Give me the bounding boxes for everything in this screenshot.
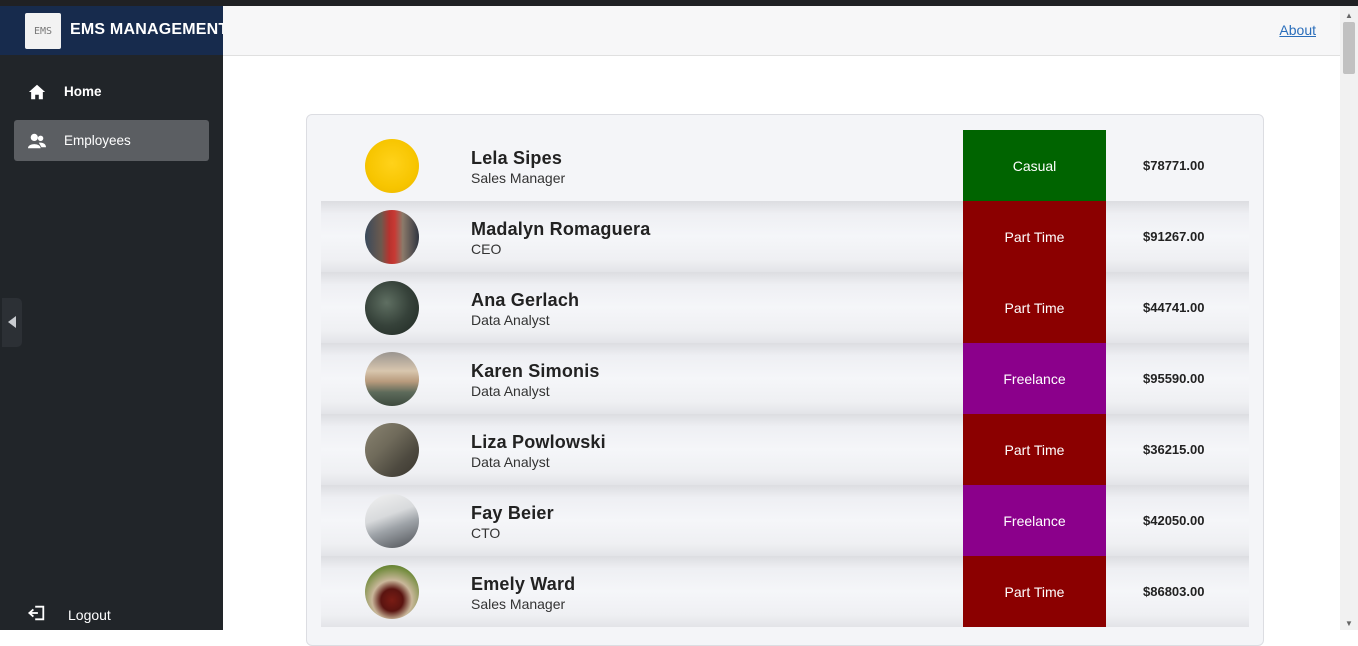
employment-type-badge: Part Time — [963, 414, 1106, 485]
about-link[interactable]: About — [1279, 22, 1316, 38]
employment-type-badge: Part Time — [963, 556, 1106, 627]
employee-salary: $86803.00 — [1143, 584, 1205, 599]
logout-button[interactable]: Logout — [14, 598, 209, 628]
employee-row[interactable]: Fay Beier CTO Freelance $42050.00 — [321, 485, 1249, 556]
avatar — [365, 494, 419, 548]
employee-title: Sales Manager — [471, 170, 566, 186]
employment-type-badge: Part Time — [963, 201, 1106, 272]
sidebar-item-home[interactable]: Home — [14, 71, 209, 112]
employee-title: Data Analyst — [471, 383, 550, 399]
scroll-down-arrow-icon[interactable]: ▼ — [1340, 616, 1358, 630]
avatar — [365, 210, 419, 264]
avatar — [365, 281, 419, 335]
employee-salary: $95590.00 — [1143, 371, 1205, 386]
employee-salary: $42050.00 — [1143, 513, 1205, 528]
employee-name: Madalyn Romaguera — [471, 219, 651, 239]
employee-name: Lela Sipes — [471, 148, 563, 168]
employee-title: Data Analyst — [471, 312, 550, 328]
logout-icon — [28, 605, 45, 621]
employee-list: Lela Sipes Sales Manager Casual $78771.0… — [306, 114, 1264, 646]
employee-row[interactable]: Ana Gerlach Data Analyst Part Time $4474… — [321, 272, 1249, 343]
scroll-thumb[interactable] — [1343, 22, 1355, 74]
employee-row[interactable]: Madalyn Romaguera CEO Part Time $91267.0… — [321, 201, 1249, 272]
employee-name: Fay Beier — [471, 503, 554, 523]
sidebar-item-label: Home — [64, 84, 102, 99]
employee-row[interactable]: Lela Sipes Sales Manager Casual $78771.0… — [321, 130, 1249, 201]
employee-name: Liza Powlowski — [471, 432, 606, 452]
employee-salary: $78771.00 — [1143, 158, 1205, 173]
home-icon — [28, 84, 46, 100]
top-header: About — [223, 6, 1340, 56]
employee-row[interactable]: Karen Simonis Data Analyst Freelance $95… — [321, 343, 1249, 414]
employee-title: CTO — [471, 525, 501, 541]
employees-icon — [28, 133, 46, 149]
employment-type-badge: Part Time — [963, 272, 1106, 343]
sidebar-item-label: Employees — [64, 133, 131, 148]
employee-title: Data Analyst — [471, 454, 550, 470]
employee-row[interactable]: Liza Powlowski Data Analyst Part Time $3… — [321, 414, 1249, 485]
avatar — [365, 565, 419, 619]
caret-left-icon — [8, 316, 16, 328]
brand-bar: EMS EMS MANAGEMENT — [0, 6, 223, 55]
employee-salary: $36215.00 — [1143, 442, 1205, 457]
page-scrollbar[interactable]: ▲ ▼ — [1340, 6, 1358, 630]
app-title: EMS MANAGEMENT — [70, 21, 223, 38]
employee-salary: $44741.00 — [1143, 300, 1205, 315]
logout-label: Logout — [68, 607, 111, 623]
employee-name: Ana Gerlach — [471, 290, 580, 310]
employee-name: Emely Ward — [471, 574, 576, 594]
employment-type-badge: Freelance — [963, 485, 1106, 556]
employee-title: CEO — [471, 241, 502, 257]
employee-salary: $91267.00 — [1143, 229, 1205, 244]
sidebar-collapse-toggle[interactable] — [2, 298, 22, 347]
sidebar: EMS EMS MANAGEMENT Home Employees Logout — [0, 6, 223, 630]
avatar — [365, 352, 419, 406]
employee-name: Karen Simonis — [471, 361, 600, 381]
employment-type-badge: Casual — [963, 130, 1106, 201]
sidebar-item-employees[interactable]: Employees — [14, 120, 209, 161]
scroll-up-arrow-icon[interactable]: ▲ — [1340, 8, 1358, 22]
employee-row[interactable]: Emely Ward Sales Manager Part Time $8680… — [321, 556, 1249, 627]
avatar — [365, 423, 419, 477]
app-logo: EMS — [25, 13, 61, 49]
employee-title: Sales Manager — [471, 596, 566, 612]
employment-type-badge: Freelance — [963, 343, 1106, 414]
avatar — [365, 139, 419, 193]
